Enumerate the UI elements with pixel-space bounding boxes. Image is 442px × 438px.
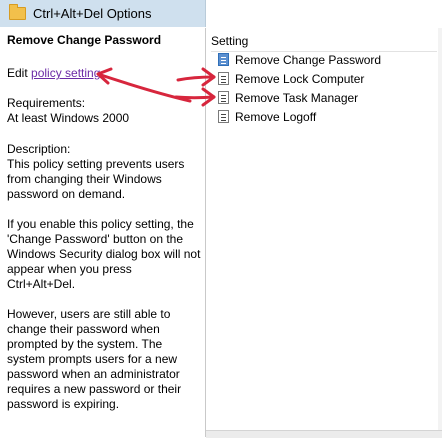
description: Description: This policy setting prevent… xyxy=(7,142,203,427)
description-paragraph: This policy setting prevents users from … xyxy=(7,157,185,201)
edit-policy-setting-link[interactable]: policy setting xyxy=(31,66,100,80)
policy-setting-icon xyxy=(218,91,229,104)
policy-setting-icon xyxy=(218,53,229,66)
settings-pane: Setting Remove Change Password Remove Lo… xyxy=(206,28,442,437)
setting-item-remove-lock-computer[interactable]: Remove Lock Computer xyxy=(218,70,428,89)
description-pane: Remove Change Password Edit policy setti… xyxy=(0,28,206,437)
requirements: Requirements: At least Windows 2000 xyxy=(7,96,129,126)
edit-prefix: Edit xyxy=(7,66,32,80)
policy-setting-icon xyxy=(218,72,229,85)
vertical-scrollbar[interactable] xyxy=(438,28,442,430)
policy-heading: Remove Change Password xyxy=(7,33,162,47)
requirements-label: Requirements: xyxy=(7,96,86,110)
setting-column-header[interactable]: Setting xyxy=(211,32,437,52)
setting-item-remove-task-manager[interactable]: Remove Task Manager xyxy=(218,89,428,108)
requirements-value: At least Windows 2000 xyxy=(7,111,130,125)
description-paragraph: If you enable this policy setting, the '… xyxy=(7,217,201,291)
setting-item-label: Remove Change Password xyxy=(235,53,382,67)
setting-item-label: Remove Task Manager xyxy=(235,91,359,105)
policy-setting-icon xyxy=(218,110,229,123)
setting-item-label: Remove Lock Computer xyxy=(235,72,365,86)
setting-item-remove-logoff[interactable]: Remove Logoff xyxy=(218,108,428,127)
folder-icon xyxy=(9,4,26,20)
setting-item-label: Remove Logoff xyxy=(235,110,317,124)
window-title: Ctrl+Alt+Del Options xyxy=(33,6,152,21)
edit-line: Edit policy setting xyxy=(7,66,100,80)
description-paragraph: However, users are still able to change … xyxy=(7,307,182,411)
description-label: Description: xyxy=(7,142,71,156)
title-bar: Ctrl+Alt+Del Options xyxy=(0,0,442,28)
setting-item-remove-change-password[interactable]: Remove Change Password xyxy=(218,51,428,70)
window-tab[interactable]: Ctrl+Alt+Del Options xyxy=(0,0,206,27)
